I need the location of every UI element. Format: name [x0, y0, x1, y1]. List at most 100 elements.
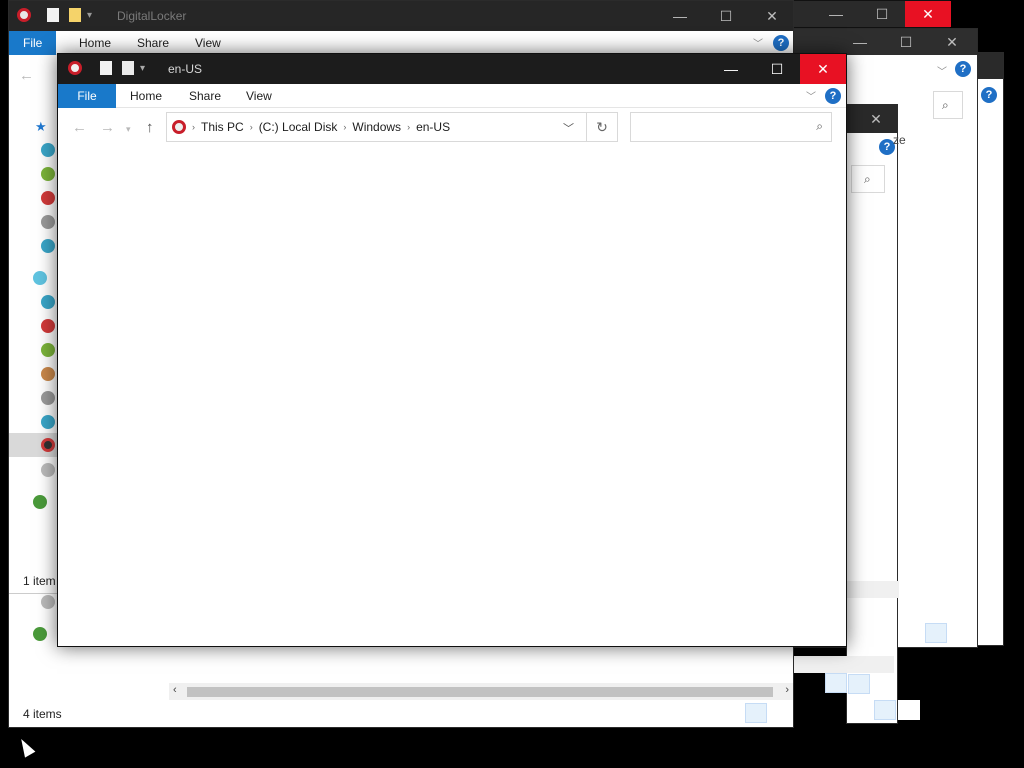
details-view-icon[interactable] — [745, 703, 767, 723]
tab-view[interactable]: View — [232, 84, 286, 108]
forward-arrow-icon[interactable]: → — [100, 119, 115, 136]
breadcrumb-local-disk[interactable]: (C:) Local Disk — [259, 120, 338, 134]
ribbon-expand-icon[interactable]: ﹀ — [937, 63, 947, 78]
large-icons-view-icon[interactable] — [949, 623, 971, 643]
maximize-button[interactable]: ☐ — [754, 54, 800, 84]
scroll-right-icon[interactable]: › — [785, 684, 789, 696]
tab-file[interactable]: File — [58, 84, 116, 108]
drive-icon[interactable] — [41, 319, 55, 333]
large-icons-view-icon[interactable] — [977, 623, 999, 643]
breadcrumb-separator-icon[interactable]: › — [250, 122, 253, 132]
large-icons-view-icon[interactable] — [769, 703, 791, 723]
scroll-left-icon[interactable]: ‹ — [173, 684, 177, 696]
folder-item-icon[interactable] — [41, 167, 55, 181]
search-box[interactable]: ⌕ — [630, 112, 832, 142]
minimize-button[interactable]: — — [837, 29, 883, 55]
details-view-icon[interactable] — [848, 674, 870, 694]
minimize-button[interactable]: — — [813, 1, 859, 27]
back-window-titlebar-right: — ☐ ✕ — [790, 0, 951, 28]
search-icon[interactable]: ⌕ — [816, 119, 823, 134]
tab-home[interactable]: Home — [116, 84, 176, 108]
customize-qat-icon[interactable]: ▾ — [87, 10, 92, 21]
maximize-button[interactable]: ☐ — [859, 1, 905, 27]
breadcrumb-separator-icon[interactable]: › — [192, 122, 195, 132]
view-switcher — [872, 700, 920, 720]
status-item-count: 4 items — [23, 707, 62, 721]
quick-access-star-icon[interactable]: ★ — [35, 119, 47, 135]
search-box[interactable]: ⌕ — [933, 91, 963, 119]
horizontal-scrollbar[interactable] — [794, 656, 894, 673]
window-title: en-US — [168, 62, 203, 76]
selected-tree-row[interactable] — [9, 433, 59, 457]
close-button[interactable]: ✕ — [905, 1, 951, 27]
file-list-area[interactable] — [58, 148, 846, 646]
help-icon[interactable]: ? — [981, 87, 997, 103]
scroll-thumb[interactable] — [187, 687, 773, 697]
maximize-button[interactable]: ☐ — [883, 29, 929, 55]
status-item-count-top: 1 item — [23, 574, 56, 588]
maximize-button[interactable]: ☐ — [703, 1, 749, 31]
back-arrow-icon[interactable]: ← — [19, 67, 34, 84]
close-button[interactable]: ✕ — [749, 1, 795, 31]
breadcrumb-this-pc[interactable]: This PC — [201, 120, 244, 134]
minimize-button[interactable]: — — [657, 1, 703, 31]
tab-view[interactable]: View — [181, 31, 235, 55]
help-icon[interactable]: ? — [825, 88, 841, 104]
properties-icon[interactable] — [100, 61, 112, 75]
drive-icon[interactable] — [41, 391, 55, 405]
help-icon[interactable]: ? — [773, 35, 789, 51]
address-bar[interactable]: › This PC › (C:) Local Disk › Windows › … — [166, 112, 618, 142]
breadcrumb-en-us[interactable]: en-US — [416, 120, 450, 134]
customize-qat-icon[interactable]: ▾ — [140, 63, 145, 74]
horizontal-scrollbar[interactable] — [847, 581, 899, 598]
breadcrumb-separator-icon[interactable]: › — [407, 122, 410, 132]
network-root-icon[interactable] — [33, 627, 47, 641]
close-button[interactable]: ✕ — [853, 105, 899, 133]
tab-home[interactable]: Home — [65, 31, 125, 55]
drive-icon[interactable] — [41, 415, 55, 429]
horizontal-scrollbar[interactable]: ‹ › — [169, 683, 793, 700]
tab-share[interactable]: Share — [123, 31, 183, 55]
folder-item-icon[interactable] — [41, 215, 55, 229]
close-button[interactable]: ✕ — [800, 54, 846, 84]
recent-locations-chevron-icon[interactable]: ▾ — [126, 124, 131, 135]
details-view-icon[interactable] — [825, 673, 847, 693]
quick-access-toolbar: ▾ — [68, 61, 145, 75]
help-icon[interactable]: ? — [955, 61, 971, 77]
desktop: — ☐ ✕ ? — ☐ ✕ ? ﹀ ⌕ ✕ ? ze ⌕ ▾ DigitalLo… — [0, 0, 1024, 768]
tab-share[interactable]: Share — [175, 84, 235, 108]
details-view-icon[interactable] — [874, 700, 896, 720]
titlebar: ✕ — [847, 105, 897, 133]
folder-item-icon[interactable] — [41, 239, 55, 253]
breadcrumb-windows[interactable]: Windows — [352, 120, 401, 134]
search-box[interactable]: ⌕ — [851, 165, 885, 193]
back-arrow-icon[interactable]: ← — [72, 119, 87, 136]
folder-item-icon[interactable] — [41, 143, 55, 157]
location-icon — [172, 120, 186, 134]
ribbon-expand-icon[interactable]: ﹀ — [753, 35, 763, 50]
address-dropdown-icon[interactable]: ﹀ — [563, 120, 574, 136]
breadcrumb-separator-icon[interactable]: › — [343, 122, 346, 132]
large-icons-view-icon[interactable] — [872, 674, 894, 694]
search-input[interactable] — [637, 114, 807, 140]
details-view-icon[interactable] — [925, 623, 947, 643]
tab-file[interactable]: File — [9, 31, 57, 55]
ribbon-expand-icon[interactable]: ﹀ — [806, 88, 816, 103]
new-folder-icon[interactable] — [69, 8, 81, 22]
refresh-button[interactable]: ↻ — [586, 112, 618, 142]
network-icon[interactable] — [41, 463, 55, 477]
close-button[interactable]: ✕ — [929, 29, 975, 55]
folder-item-icon[interactable] — [41, 191, 55, 205]
large-icons-view-icon[interactable] — [898, 700, 920, 720]
drive-icon[interactable] — [41, 295, 55, 309]
properties-icon[interactable] — [47, 8, 59, 22]
network-root-icon[interactable] — [33, 495, 47, 509]
minimize-button[interactable]: — — [708, 54, 754, 84]
drive-icon[interactable] — [41, 343, 55, 357]
this-pc-icon[interactable] — [33, 271, 47, 285]
network-icon[interactable] — [41, 595, 55, 609]
drive-icon[interactable] — [41, 367, 55, 381]
up-arrow-icon[interactable]: ↑ — [146, 119, 154, 136]
back-window-inner: ✕ ? ze ⌕ — [825, 104, 906, 724]
new-folder-icon[interactable] — [122, 61, 134, 75]
